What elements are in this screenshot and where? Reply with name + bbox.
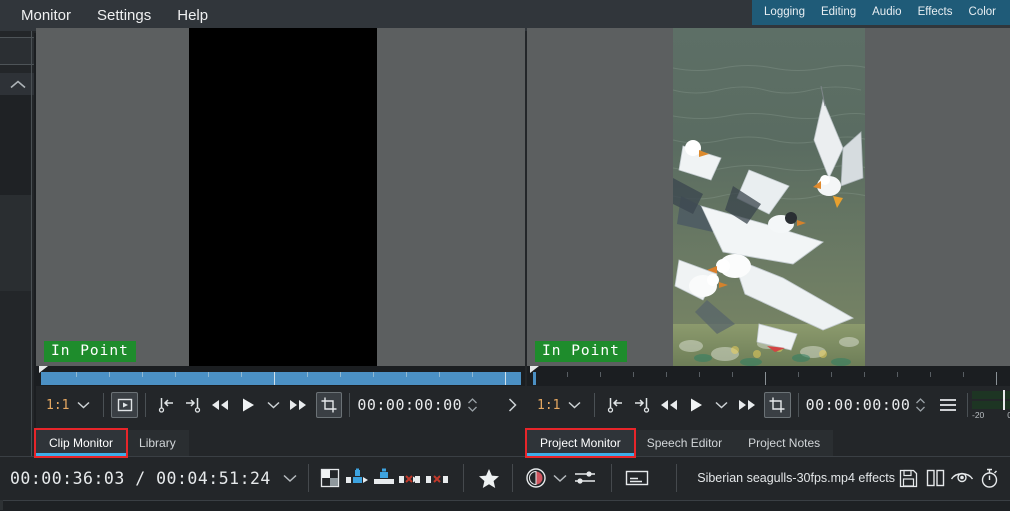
tab-effects[interactable]: Effects xyxy=(910,0,961,25)
tab-audio[interactable]: Audio xyxy=(864,0,909,25)
play-menu-chevron-icon[interactable] xyxy=(262,393,285,417)
status-bar-bottom-edge xyxy=(0,500,1010,511)
clip-monitor-toolbar: 1:1 00:00:00:00 xyxy=(36,386,525,424)
set-out-point-icon[interactable] xyxy=(180,393,207,417)
extract-edit-icon[interactable] xyxy=(424,464,451,492)
star-icon[interactable] xyxy=(475,464,502,492)
project-playhead-marker[interactable] xyxy=(530,366,539,373)
workspace-mode-tabs: Logging Editing Audio Effects Color xyxy=(752,0,1010,25)
project-crop-zone-icon[interactable] xyxy=(764,392,791,418)
clip-in-point-badge: In Point xyxy=(44,341,136,362)
project-set-in-point-icon[interactable] xyxy=(602,393,629,417)
fit-zoom-icon[interactable] xyxy=(111,392,138,418)
audio-mix-icon[interactable] xyxy=(523,464,548,492)
project-scrub-ticks xyxy=(527,372,1010,385)
project-forward-icon[interactable] xyxy=(733,393,760,417)
clip-playhead-line[interactable] xyxy=(41,372,44,385)
toggle-visibility-eye-icon[interactable] xyxy=(949,464,976,492)
play-icon[interactable] xyxy=(233,393,262,417)
project-rewind-icon[interactable] xyxy=(655,393,682,417)
clip-zoom-chevron-down-icon[interactable] xyxy=(71,393,96,417)
audio-meter-peak-right xyxy=(1003,400,1005,410)
timecode-format-chevron-down-icon[interactable] xyxy=(277,464,304,492)
project-play-icon[interactable] xyxy=(682,393,711,417)
project-timecode[interactable]: 00:00:00:00 xyxy=(806,396,911,414)
tab-speech-editor[interactable]: Speech Editor xyxy=(634,430,735,456)
timeline-status-bar: 00:00:36:03 / 00:04:51:24 xyxy=(0,456,1010,510)
clip-monitor-frame xyxy=(189,28,377,366)
clip-monitor-scrubbar[interactable] xyxy=(36,366,525,386)
audio-meter-peak-left xyxy=(1003,390,1005,400)
overwrite-edit-icon[interactable] xyxy=(370,464,397,492)
insert-edit-icon[interactable] xyxy=(343,464,370,492)
project-monitor-view[interactable]: In Point xyxy=(527,28,1010,366)
clip-timecode-spinner[interactable] xyxy=(467,397,478,413)
left-dock-divider xyxy=(31,31,32,461)
menu-help[interactable]: Help xyxy=(164,0,221,31)
forward-icon[interactable] xyxy=(285,393,312,417)
clip-playhead-marker[interactable] xyxy=(39,366,48,373)
tab-color[interactable]: Color xyxy=(961,0,1004,25)
menu-hamburger-icon[interactable] xyxy=(934,393,961,417)
timer-icon[interactable] xyxy=(976,464,1004,492)
audio-level-meter: -20 0 xyxy=(972,390,1010,420)
project-timecode-spinner[interactable] xyxy=(915,397,926,413)
video-editor-window: Monitor Settings Help Logging Editing Au… xyxy=(0,0,1010,510)
save-effect-stack-icon[interactable] xyxy=(895,464,922,492)
selected-clip-name: Siberian seagulls-30fps.mp4 effects xyxy=(697,471,895,485)
set-in-point-icon[interactable] xyxy=(153,393,180,417)
subtitle-icon[interactable] xyxy=(624,464,651,492)
clip-zoom-ratio[interactable]: 1:1 xyxy=(36,398,71,413)
project-monitor-tabbar: Project Monitor Speech Editor Project No… xyxy=(527,426,1010,456)
tab-project-monitor[interactable]: Project Monitor xyxy=(527,430,634,456)
clip-timecode[interactable]: 00:00:00:00 xyxy=(357,396,462,414)
clip-monitor-tabbar: Clip Monitor Library xyxy=(36,426,525,456)
timeline-preview-icon[interactable] xyxy=(317,464,344,492)
project-monitor-toolbar: 1:1 00:00:00:00 xyxy=(527,386,1010,424)
project-play-menu-chevron-icon[interactable] xyxy=(711,393,734,417)
clip-scrub-ticks xyxy=(36,372,525,385)
timeline-position-timecode[interactable]: 00:00:36:03 / 00:04:51:24 xyxy=(0,469,271,488)
audio-meter-scale: -20 0 xyxy=(972,410,1010,420)
tab-clip-monitor[interactable]: Clip Monitor xyxy=(36,430,126,456)
crop-zone-icon[interactable] xyxy=(316,392,343,418)
delete-edit-icon[interactable] xyxy=(397,464,424,492)
clip-monitor-view[interactable]: In Point xyxy=(36,28,525,366)
status-bar-left-edge xyxy=(0,500,3,510)
tab-logging[interactable]: Logging xyxy=(756,0,813,25)
project-zoom-ratio[interactable]: 1:1 xyxy=(527,398,562,413)
project-monitor-frame xyxy=(673,28,865,366)
clip-overflow-chevron-right-icon[interactable] xyxy=(500,393,525,417)
project-in-point-badge: In Point xyxy=(535,341,627,362)
audio-mix-chevron-down-icon[interactable] xyxy=(548,464,572,492)
project-zoom-chevron-down-icon[interactable] xyxy=(562,393,587,417)
left-dock-body-lower xyxy=(0,195,31,291)
seagulls-video-frame-image xyxy=(673,28,865,366)
project-set-out-point-icon[interactable] xyxy=(629,393,656,417)
audio-meter-min-label: -20 xyxy=(972,410,984,420)
left-dock-body-upper xyxy=(0,95,31,195)
menu-settings[interactable]: Settings xyxy=(84,0,164,31)
tab-library[interactable]: Library xyxy=(126,430,189,456)
rewind-icon[interactable] xyxy=(207,393,234,417)
sliders-icon[interactable] xyxy=(572,464,599,492)
menu-monitor[interactable]: Monitor xyxy=(8,0,84,31)
compare-split-icon[interactable] xyxy=(922,464,949,492)
project-playhead-line[interactable] xyxy=(533,372,536,385)
project-monitor-scrubbar[interactable] xyxy=(527,366,1010,386)
left-dock-strip xyxy=(0,31,36,461)
tab-project-notes[interactable]: Project Notes xyxy=(735,430,833,456)
tab-editing[interactable]: Editing xyxy=(813,0,864,25)
